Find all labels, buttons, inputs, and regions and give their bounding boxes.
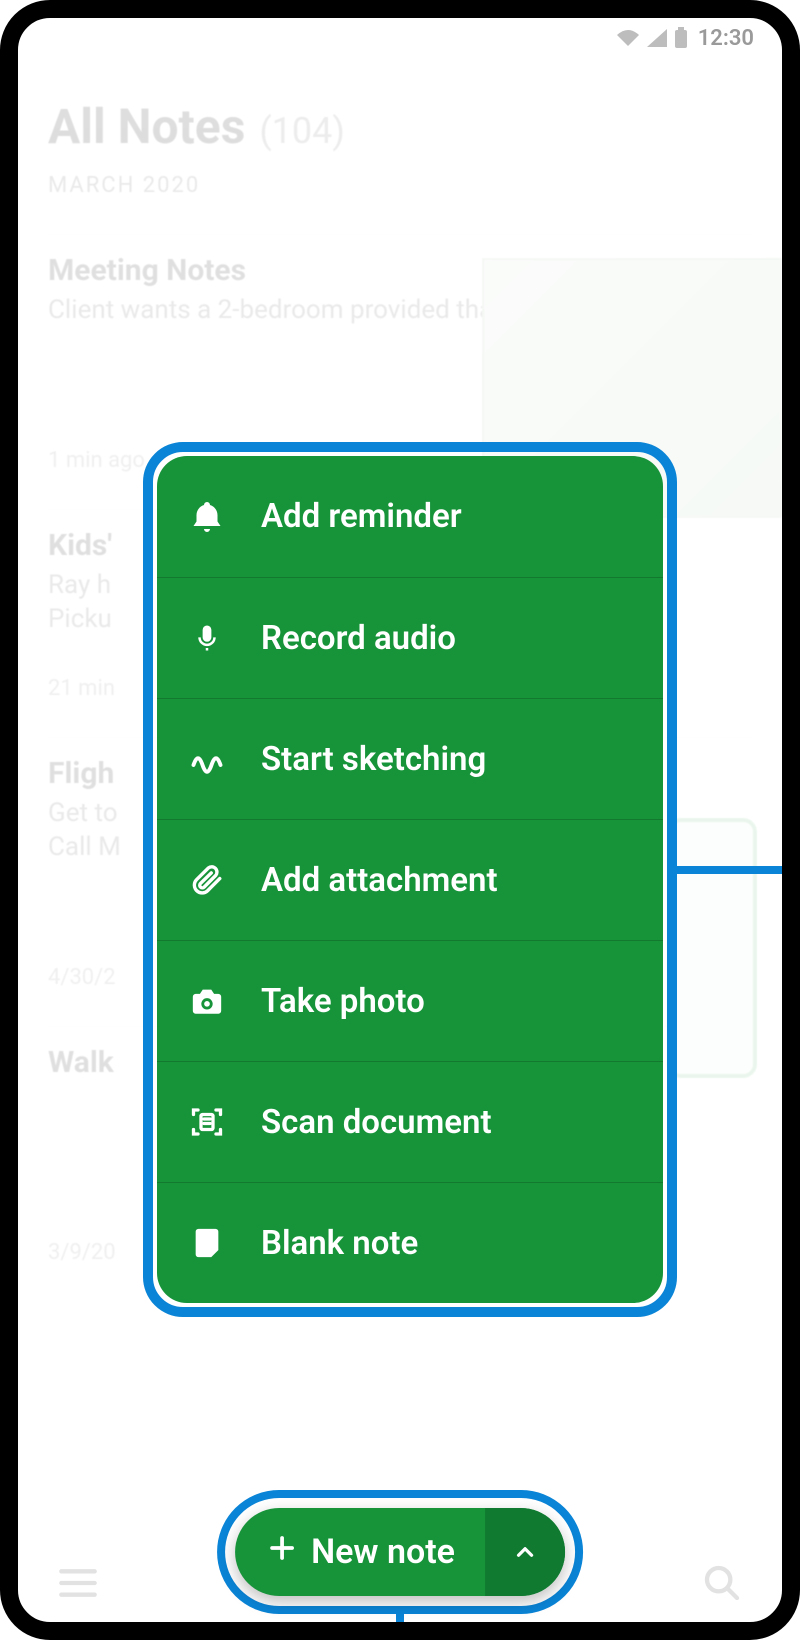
note-count: (104) bbox=[259, 110, 345, 152]
new-note-menu-highlight: Add reminder Record audio Start sketchin… bbox=[143, 442, 677, 1317]
menu-item-add-reminder[interactable]: Add reminder bbox=[157, 456, 663, 577]
camera-icon bbox=[185, 984, 229, 1018]
ticket-thumbnail bbox=[667, 818, 757, 1078]
new-note-expand[interactable] bbox=[485, 1508, 565, 1596]
menu-item-label: Record audio bbox=[261, 619, 456, 658]
menu-item-label: Add reminder bbox=[261, 497, 462, 536]
screen: 12:30 All Notes (104) MARCH 2020 Meeting… bbox=[18, 18, 782, 1640]
scan-icon bbox=[185, 1104, 229, 1140]
microphone-icon bbox=[185, 619, 229, 657]
new-note-label: New note bbox=[311, 1532, 455, 1572]
battery-icon bbox=[674, 27, 688, 49]
menu-item-record-audio[interactable]: Record audio bbox=[157, 577, 663, 698]
new-note-highlight: New note bbox=[217, 1490, 583, 1614]
signal-icon bbox=[646, 28, 668, 48]
status-time: 12:30 bbox=[698, 26, 754, 51]
hamburger-icon[interactable] bbox=[58, 1568, 98, 1602]
callout-line bbox=[396, 1614, 404, 1640]
status-icons bbox=[616, 27, 688, 49]
paperclip-icon bbox=[185, 861, 229, 899]
status-bar: 12:30 bbox=[18, 18, 782, 58]
menu-item-take-photo[interactable]: Take photo bbox=[157, 940, 663, 1061]
menu-item-label: Add attachment bbox=[261, 861, 498, 900]
menu-item-label: Take photo bbox=[261, 982, 425, 1021]
new-note-button[interactable]: New note bbox=[235, 1508, 565, 1596]
note-icon bbox=[185, 1224, 229, 1262]
wifi-icon bbox=[616, 28, 640, 48]
menu-item-blank-note[interactable]: Blank note bbox=[157, 1182, 663, 1303]
bell-icon bbox=[185, 498, 229, 536]
search-icon[interactable] bbox=[702, 1563, 742, 1607]
page-title: All Notes bbox=[48, 98, 245, 155]
callout-line bbox=[668, 866, 782, 874]
menu-item-start-sketching[interactable]: Start sketching bbox=[157, 698, 663, 819]
menu-item-label: Start sketching bbox=[261, 740, 486, 779]
sketch-icon bbox=[185, 741, 229, 777]
menu-item-add-attachment[interactable]: Add attachment bbox=[157, 819, 663, 940]
menu-item-label: Blank note bbox=[261, 1224, 418, 1263]
new-note-menu: Add reminder Record audio Start sketchin… bbox=[157, 456, 663, 1303]
menu-item-label: Scan document bbox=[261, 1103, 492, 1142]
chevron-up-icon bbox=[512, 1539, 538, 1565]
month-header: MARCH 2020 bbox=[48, 173, 752, 198]
plus-icon bbox=[267, 1532, 297, 1572]
menu-item-scan-document[interactable]: Scan document bbox=[157, 1061, 663, 1182]
